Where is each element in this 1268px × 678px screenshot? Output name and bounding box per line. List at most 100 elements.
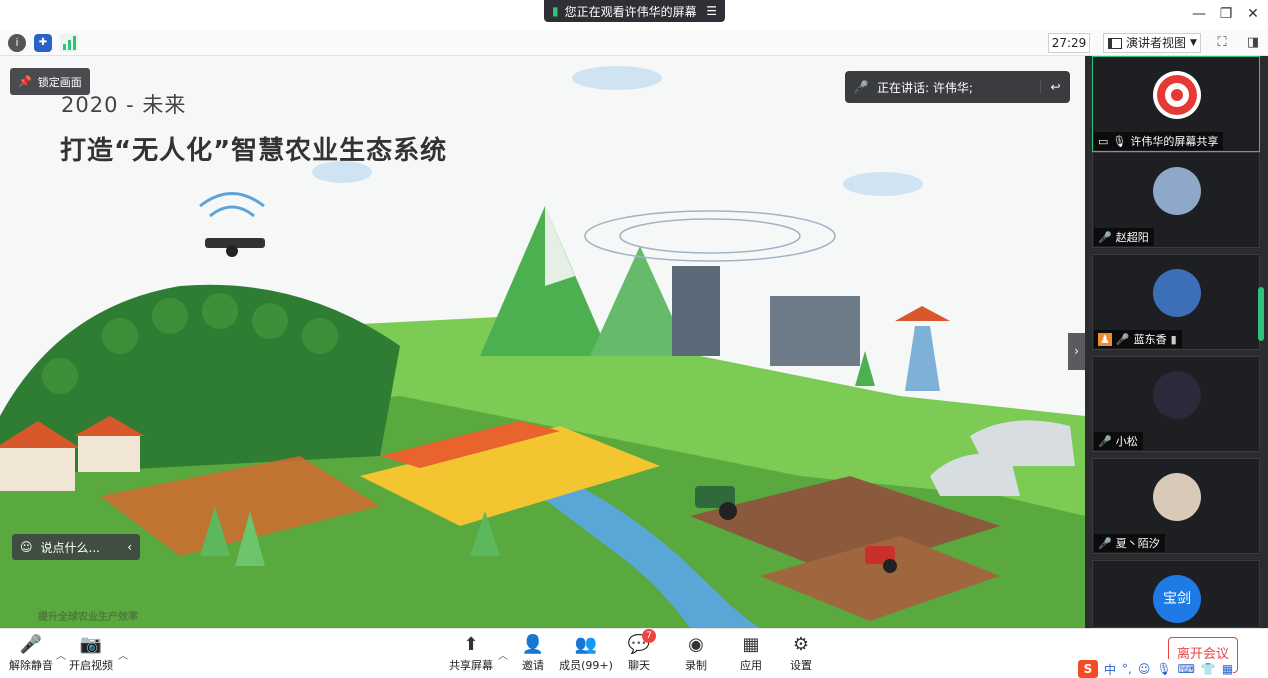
keyboard-icon[interactable]: ⌨ bbox=[1178, 662, 1195, 676]
mic-icon: 🎙 bbox=[1112, 134, 1127, 148]
slide-year: 2020 - 未来 bbox=[61, 93, 187, 117]
share-screen-button[interactable]: ⬆ 共享屏幕 bbox=[440, 633, 502, 675]
avatar: 宝剑 bbox=[1153, 575, 1201, 623]
info-icon[interactable]: i bbox=[8, 34, 26, 52]
signal-icon[interactable] bbox=[60, 34, 78, 52]
mic-muted-icon: 🎤 bbox=[853, 80, 869, 94]
chat-placeholder: 说点什么... bbox=[40, 540, 100, 555]
panel-collapse-button[interactable]: › bbox=[1068, 333, 1085, 370]
chat-button[interactable]: 💬 聊天 bbox=[608, 633, 670, 675]
sogou-logo-icon: S bbox=[1078, 660, 1098, 678]
chat-label: 聊天 bbox=[628, 659, 650, 672]
participant-tile[interactable]: 宝剑 bbox=[1092, 560, 1260, 628]
view-mode-select[interactable]: 演讲者视图 ▼ bbox=[1103, 33, 1201, 53]
invite-label: 邀请 bbox=[522, 659, 544, 672]
quick-chat-input[interactable]: ☺ 说点什么... ‹ bbox=[12, 534, 140, 560]
grid-icon[interactable]: ▦ bbox=[1222, 662, 1233, 676]
participant-nametag: 🎤 赵超阳 bbox=[1094, 228, 1154, 246]
screen-share-indicator[interactable]: ▮ 您正在观看许伟华的屏幕 ☰ bbox=[544, 0, 725, 22]
participant-tile[interactable]: ▭ 🎙 许伟华的屏幕共享 bbox=[1092, 56, 1260, 152]
members-icon: 👥 bbox=[574, 634, 598, 655]
unmute-button[interactable]: 🎤 解除静音 bbox=[0, 633, 62, 675]
participant-nametag: ♟ 🎤 蓝东香 ▮ bbox=[1094, 330, 1182, 348]
view-mode-label: 演讲者视图 bbox=[1126, 36, 1187, 50]
members-label: 成员(99+) bbox=[559, 659, 613, 672]
avatar bbox=[1153, 269, 1201, 317]
participant-tile[interactable]: ♟ 🎤 蓝东香 ▮ bbox=[1092, 254, 1260, 350]
control-bar: 🎤 解除静音 ︿ 📷 开启视频 ︿ ⬆ 共享屏幕 ︿ 👤 邀请 👥 成员(99+… bbox=[0, 628, 1268, 678]
panel-toggle-icon[interactable]: ◨ bbox=[1243, 33, 1263, 53]
restore-icon[interactable]: ❐ bbox=[1215, 4, 1237, 24]
mic-muted-icon: 🎤 bbox=[19, 634, 43, 655]
skin-icon[interactable]: 👕 bbox=[1201, 662, 1216, 676]
lock-screen-label: 锁定画面 bbox=[37, 75, 82, 89]
meeting-window: ▮ 您正在观看许伟华的屏幕 ☰ — ❐ ✕ i ✚ 27:29 演讲者视图 ▼ … bbox=[0, 0, 1268, 678]
drone-icon bbox=[199, 192, 265, 257]
slide-title: 打造“无人化”智慧农业生态系统 bbox=[60, 136, 448, 166]
participant-nametag: ▭ 🎙 许伟华的屏幕共享 bbox=[1094, 132, 1224, 150]
slide-footer: 提升全球农业生产效率 bbox=[38, 612, 138, 623]
participant-nametag: 🎤 小松 bbox=[1094, 432, 1143, 450]
mic-muted-icon: 🎤 bbox=[1115, 332, 1130, 346]
record-button[interactable]: ◉ 录制 bbox=[665, 633, 727, 675]
punctuation-icon[interactable]: °, bbox=[1122, 662, 1132, 676]
chevron-left-icon[interactable]: ‹ bbox=[127, 540, 140, 554]
shield-icon[interactable]: ✚ bbox=[34, 34, 52, 52]
speaker-view-icon bbox=[1108, 37, 1122, 49]
participant-tile[interactable]: 🎤 夏丶陌汐 bbox=[1092, 458, 1260, 554]
mic-muted-icon: 🎤 bbox=[1098, 536, 1112, 550]
apps-label: 应用 bbox=[740, 659, 762, 672]
start-video-button[interactable]: 📷 开启视频 bbox=[60, 633, 122, 675]
chevron-up-icon[interactable]: ︿ bbox=[118, 647, 128, 662]
avatar bbox=[1153, 167, 1201, 215]
title-bar: ▮ 您正在观看许伟华的屏幕 ☰ — ❐ ✕ bbox=[0, 0, 1268, 30]
share-screen-icon: ▭ bbox=[1098, 134, 1109, 148]
mic-icon[interactable]: 🎙 bbox=[1156, 662, 1171, 676]
participant-name: 夏丶陌汐 bbox=[1115, 537, 1160, 550]
screen-share-label: 您正在观看许伟华的屏幕 bbox=[564, 4, 697, 19]
emoji-icon[interactable]: ☺ bbox=[20, 540, 33, 554]
participant-name: 许伟华的屏幕共享 bbox=[1130, 135, 1219, 148]
meeting-timer: 27:29 bbox=[1048, 33, 1090, 53]
participant-tile[interactable]: 🎤 赵超阳 bbox=[1092, 152, 1260, 248]
panel-scrollbar[interactable] bbox=[1258, 287, 1264, 341]
add-user-icon: 👤 bbox=[521, 634, 545, 655]
avatar-initials: 宝剑 bbox=[1163, 591, 1191, 607]
speaking-label: 正在讲话: 许伟华; bbox=[877, 80, 973, 95]
participant-tile[interactable]: 🎤 小松 bbox=[1092, 356, 1260, 452]
speaking-indicator: 🎤 正在讲话: 许伟华; ↩ bbox=[845, 71, 1070, 103]
record-icon: ◉ bbox=[688, 634, 704, 655]
close-icon[interactable]: ✕ bbox=[1242, 4, 1264, 24]
participant-name: 小松 bbox=[1115, 435, 1138, 448]
camera-off-icon: 📷 bbox=[79, 634, 103, 655]
participant-name: 蓝东香 bbox=[1133, 333, 1167, 346]
gear-icon: ⚙ bbox=[792, 634, 810, 655]
minimize-icon[interactable]: — bbox=[1188, 4, 1210, 24]
apps-icon: ▦ bbox=[742, 634, 760, 655]
chat-badge: 7 bbox=[642, 629, 656, 643]
signal-icon: ▮ bbox=[1170, 332, 1177, 346]
fullscreen-icon[interactable]: ⛶ bbox=[1212, 33, 1232, 53]
host-icon: ♟ bbox=[1098, 332, 1112, 346]
mic-muted-icon: 🎤 bbox=[1098, 230, 1112, 244]
avatar bbox=[1153, 473, 1201, 521]
chevron-down-icon: ▼ bbox=[1190, 38, 1197, 48]
share-screen-label: 共享屏幕 bbox=[449, 659, 493, 672]
ime-mode[interactable]: 中 bbox=[1104, 661, 1116, 678]
emoji-icon[interactable]: ☺ bbox=[1138, 662, 1151, 676]
participant-panel: ▭ 🎙 许伟华的屏幕共享 🎤 赵超阳 ♟ 🎤 蓝东香 ▮ 🎤 小松 🎤 夏丶陌汐… bbox=[1085, 56, 1268, 628]
pin-icon: 📌 bbox=[18, 75, 32, 88]
settings-button[interactable]: ⚙ 设置 bbox=[770, 633, 832, 675]
screen-share-icon: ▮ bbox=[552, 4, 559, 18]
reply-icon[interactable]: ↩ bbox=[1040, 80, 1070, 94]
participant-name: 赵超阳 bbox=[1115, 231, 1149, 244]
record-label: 录制 bbox=[685, 659, 707, 672]
ime-toolbar[interactable]: S 中 °, ☺ 🎙 ⌨ 👕 ▦ bbox=[1078, 659, 1234, 678]
unmute-label: 解除静音 bbox=[9, 659, 53, 672]
share-screen-icon: ⬆ bbox=[463, 634, 479, 655]
meeting-toolbar: i ✚ 27:29 演讲者视图 ▼ ⛶ ◨ bbox=[0, 30, 1268, 56]
settings-label: 设置 bbox=[790, 659, 812, 672]
start-video-label: 开启视频 bbox=[69, 659, 113, 672]
avatar bbox=[1153, 371, 1201, 419]
menu-icon[interactable]: ☰ bbox=[706, 4, 725, 18]
